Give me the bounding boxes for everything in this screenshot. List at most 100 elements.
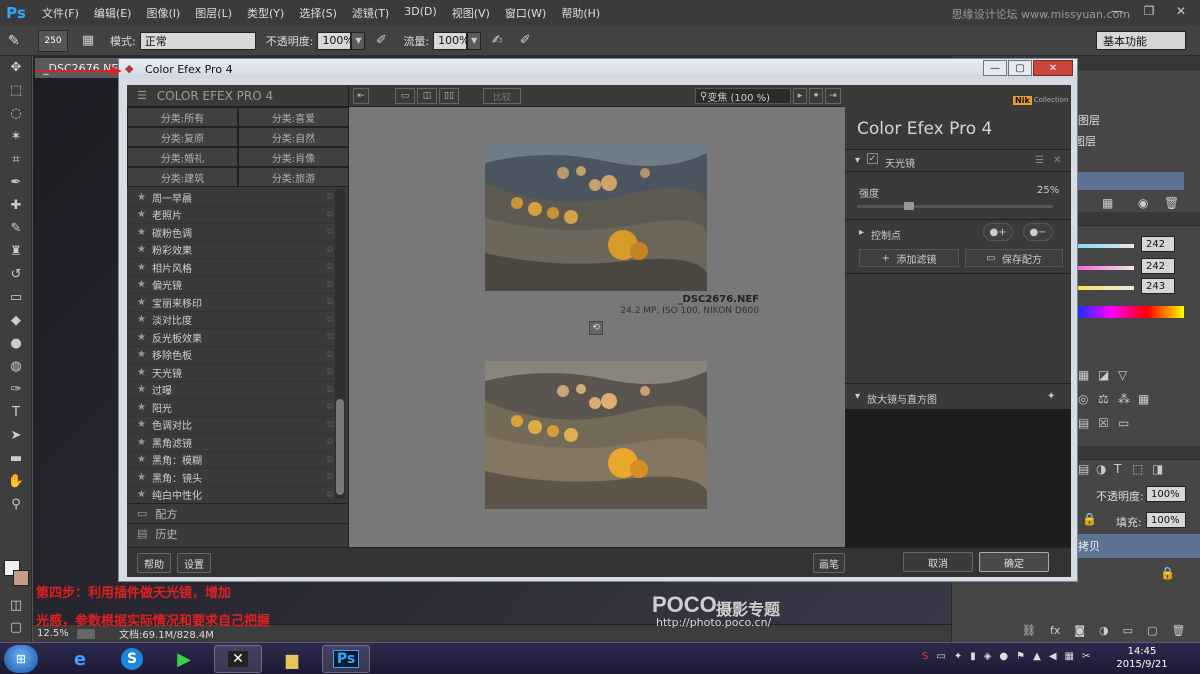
category-all[interactable]: 分类:所有 <box>127 107 238 127</box>
shield-icon[interactable]: ◈ <box>984 651 992 662</box>
filter-item[interactable]: ★ 阳光 ⧉ <box>127 399 349 417</box>
category-wedding[interactable]: 分类:婚礼 <box>127 147 238 167</box>
swap-icon[interactable]: ⟲ <box>589 321 603 335</box>
sogou-icon[interactable]: S <box>108 645 156 673</box>
chevron-right-icon[interactable]: ▸ <box>793 88 807 104</box>
menu-window[interactable]: 窗口(W) <box>505 5 546 21</box>
star-icon[interactable]: ★ <box>137 279 146 290</box>
photoshop-taskbar-icon[interactable]: Ps <box>322 645 370 673</box>
filter-item[interactable]: ★ 宝丽来移印 ⧉ <box>127 294 349 312</box>
hand-tool-icon[interactable]: ✋ <box>0 470 32 493</box>
adjustment-icon[interactable]: ◑ <box>1099 624 1109 637</box>
copy-icon[interactable]: ⧉ <box>327 437 333 447</box>
lasso-tool-icon[interactable]: ◌ <box>0 102 32 125</box>
lock-icon[interactable]: 🔒 <box>1082 512 1097 526</box>
compare-button[interactable]: 比较 <box>483 88 521 104</box>
menu-type[interactable]: 类型(Y) <box>247 5 284 21</box>
filter-item[interactable]: ★ 色调对比 ⧉ <box>127 417 349 434</box>
menu-edit[interactable]: 编辑(E) <box>94 5 132 21</box>
filter-item[interactable]: ★ 黑角：模糊 ⧉ <box>127 452 349 469</box>
copy-icon[interactable]: ⧉ <box>327 262 333 272</box>
chevron-down-icon[interactable]: ▼ <box>351 31 366 50</box>
category-travel[interactable]: 分类:旅游 <box>238 167 349 187</box>
filter-item[interactable]: ★ 黑角：镜头 ⧉ <box>127 469 349 487</box>
zoom-tool-icon[interactable]: ⚲ <box>0 493 32 516</box>
filter-item[interactable]: ★ 反光板效果 ⧉ <box>127 329 349 347</box>
layer-opacity-input[interactable]: 100% <box>1146 486 1186 502</box>
add-filter-button[interactable]: + 添加滤镜 <box>859 249 959 267</box>
star-icon[interactable]: ★ <box>137 489 146 500</box>
folder-icon[interactable]: ▭ <box>1123 624 1133 637</box>
camera-icon[interactable]: ◉ <box>1138 196 1148 210</box>
add-control-point-button[interactable]: ●+ <box>983 223 1013 241</box>
filter-item[interactable]: ★ 老照片 ⧉ <box>127 207 349 224</box>
type-tool-icon[interactable]: T <box>0 401 32 424</box>
menu-icon[interactable]: ☰ <box>137 89 147 102</box>
move-tool-icon[interactable]: ✥ <box>0 56 32 79</box>
remove-control-point-button[interactable]: ●− <box>1023 223 1053 241</box>
eyedropper-icon[interactable]: ✒ <box>0 171 32 194</box>
windows-start-icon[interactable]: ⊞ <box>4 645 38 673</box>
screen-mode-icon[interactable]: ▢ <box>0 616 32 639</box>
slider-knob[interactable] <box>904 202 914 210</box>
brush-tool-icon[interactable]: ✎ <box>0 217 32 240</box>
taskbar-clock[interactable]: 14:45 2015/9/21 <box>1112 645 1172 671</box>
star-icon[interactable]: ★ <box>137 192 146 203</box>
copy-icon[interactable]: ⧉ <box>327 420 333 430</box>
single-view-icon[interactable]: ▭ <box>395 88 415 104</box>
color-slider-g[interactable] <box>1074 266 1134 270</box>
marquee-tool-icon[interactable]: ⬚ <box>0 79 32 102</box>
layer-row-selected[interactable]: 拷贝 <box>1072 534 1200 558</box>
eraser-icon[interactable]: ▭ <box>0 286 32 309</box>
cef-titlebar[interactable]: ◆ Color Efex Pro 4 — ▢ ✕ <box>119 59 1077 79</box>
menu-layer[interactable]: 图层(L) <box>195 5 232 21</box>
workspace-select[interactable]: 基本功能 <box>1096 31 1186 50</box>
pin-icon[interactable]: ✦ <box>1047 391 1055 402</box>
star-icon[interactable]: ★ <box>137 419 146 430</box>
filter-icon[interactable]: ▤ <box>1078 462 1089 476</box>
new-layer-icon[interactable]: ▢ <box>1147 624 1157 637</box>
star-icon[interactable]: ★ <box>137 314 146 325</box>
copy-icon[interactable]: ⧉ <box>327 227 333 237</box>
copy-icon[interactable]: ⧉ <box>327 385 333 395</box>
filter-item[interactable]: ★ 移除色板 ⧉ <box>127 347 349 364</box>
copy-icon[interactable]: ⧉ <box>327 402 333 412</box>
close-icon[interactable]: ✕ <box>1053 155 1061 166</box>
paint-bucket-icon[interactable]: ◆ <box>0 309 32 332</box>
star-icon[interactable]: ★ <box>137 402 146 413</box>
star-icon[interactable]: ★ <box>137 437 146 448</box>
copy-icon[interactable]: ⧉ <box>327 367 333 377</box>
star-icon[interactable]: ★ <box>137 384 146 395</box>
fx-icon[interactable]: fx <box>1050 624 1060 637</box>
link-icon[interactable]: ⛓ <box>1022 624 1036 637</box>
layer-fill-input[interactable]: 100% <box>1146 512 1186 528</box>
menu-select[interactable]: 选择(S) <box>299 5 337 21</box>
mode-select[interactable]: 正常 <box>139 31 256 50</box>
split-view-icon[interactable]: ◫ <box>417 88 437 104</box>
menu-view[interactable]: 视图(V) <box>452 5 490 21</box>
filter-item[interactable]: ★ 偏光镜 ⧉ <box>127 277 349 294</box>
filter-item[interactable]: ★ 黑角滤镜 ⧉ <box>127 434 349 452</box>
side-by-side-icon[interactable]: ▯▯ <box>439 88 459 104</box>
star-icon[interactable]: ★ <box>137 244 146 255</box>
brush-panel-icon[interactable]: ▦ <box>76 30 100 52</box>
adjust-icon[interactable]: ◎ <box>1078 392 1088 406</box>
tray-app-icon[interactable]: ✂ <box>1082 651 1090 662</box>
filter-item[interactable]: ★ 碳粉色调 ⧉ <box>127 224 349 242</box>
color-value-g[interactable]: 242 <box>1141 258 1175 274</box>
copy-icon[interactable]: ⧉ <box>327 490 333 500</box>
close-icon[interactable]: ✕ <box>1033 60 1073 76</box>
color-slider-r[interactable] <box>1074 244 1134 248</box>
adjust-icon[interactable]: ▭ <box>1118 416 1129 430</box>
selected-panel-row[interactable] <box>1074 172 1184 190</box>
trash-icon[interactable]: 🗑 <box>1171 624 1185 637</box>
grid-icon[interactable]: ▦ <box>1138 392 1149 406</box>
copy-icon[interactable]: ⧉ <box>327 455 333 465</box>
crop-tool-icon[interactable]: ⌗ <box>0 148 32 171</box>
close-icon[interactable]: ✕ <box>1168 2 1194 20</box>
tray-app-icon[interactable]: ▦ <box>1065 651 1074 662</box>
opacity-input[interactable]: 100% <box>317 31 354 50</box>
copy-icon[interactable]: ⧉ <box>327 280 333 290</box>
copy-icon[interactable]: ⧉ <box>327 472 333 482</box>
hide-browser-icon[interactable]: ⇤ <box>353 88 369 104</box>
